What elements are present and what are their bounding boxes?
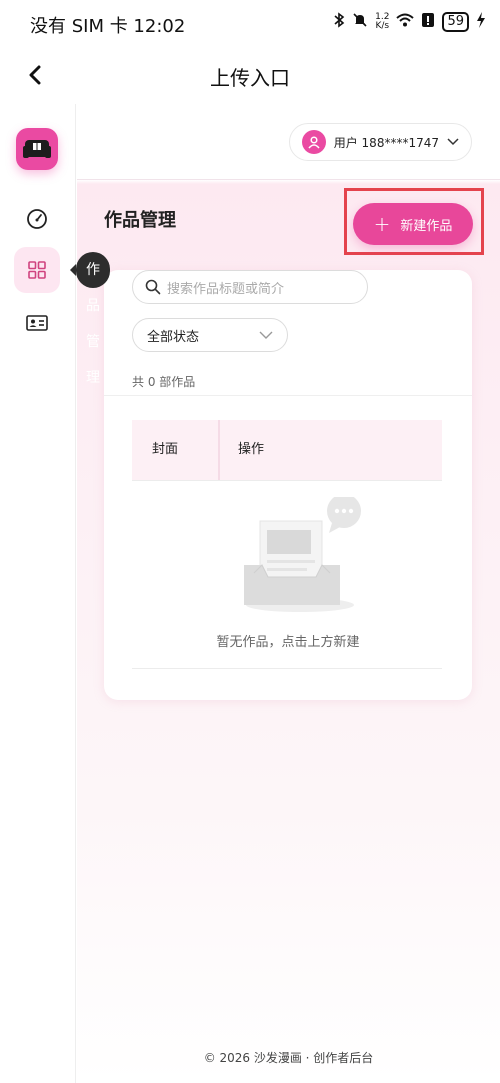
dashboard-icon bbox=[27, 209, 47, 229]
footer-copyright: © 2026 沙发漫画 · 创作者后台 bbox=[203, 1051, 374, 1065]
search-icon bbox=[145, 279, 161, 295]
sidebar-tooltip: 作品管理 bbox=[70, 252, 110, 386]
sidebar-item-works[interactable] bbox=[14, 247, 60, 293]
status-filter-select[interactable]: 全部状态 bbox=[132, 318, 288, 352]
id-card-icon bbox=[26, 315, 48, 331]
wifi-icon bbox=[396, 13, 415, 31]
charging-icon bbox=[476, 12, 486, 32]
page-title: 上传入口 bbox=[210, 66, 290, 90]
divider bbox=[104, 395, 472, 396]
section-title: 作品管理 bbox=[104, 210, 176, 231]
mute-icon bbox=[352, 12, 368, 32]
column-cover: 封面 bbox=[132, 420, 220, 480]
avatar bbox=[301, 130, 326, 154]
main-content: 用户 188****1747 作品管理 + 新建作品 搜索作品标题或简介 全部状… bbox=[77, 104, 500, 1083]
user-menu[interactable]: 用户 188****1747 bbox=[288, 123, 472, 161]
divider bbox=[132, 668, 442, 669]
grid-icon bbox=[28, 261, 46, 279]
works-count: 共 0 部作品 bbox=[132, 375, 196, 389]
chevron-down-icon bbox=[259, 331, 273, 339]
empty-inbox-illustration bbox=[244, 497, 361, 612]
sidebar: 作品管理 bbox=[0, 104, 110, 1083]
status-bar: 没有 SIM 卡 12:02 1.2 K/s 59 bbox=[0, 0, 500, 48]
sidebar-item-dashboard[interactable] bbox=[14, 196, 60, 242]
table-header: 封面 操作 bbox=[132, 420, 442, 480]
network-speed: 1.2 K/s bbox=[375, 13, 389, 31]
new-work-label: 新建作品 bbox=[400, 218, 453, 234]
divider bbox=[132, 480, 442, 481]
status-icons: 1.2 K/s 59 bbox=[333, 12, 486, 32]
user-icon bbox=[308, 136, 320, 149]
works-card: 搜索作品标题或简介 全部状态 共 0 部作品 封面 操作 暂无作品，点击上方新建 bbox=[104, 270, 472, 700]
column-actions: 操作 bbox=[238, 442, 265, 457]
speed-unit: K/s bbox=[375, 21, 390, 31]
battery-level: 59 bbox=[442, 12, 469, 32]
alert-icon bbox=[421, 12, 435, 32]
bluetooth-icon bbox=[333, 12, 345, 32]
sofa-logo-icon[interactable] bbox=[16, 128, 58, 170]
nav-bar: 上传入口 bbox=[0, 48, 500, 104]
carrier-time: 没有 SIM 卡 12:02 bbox=[30, 16, 186, 37]
plus-icon: + bbox=[373, 212, 391, 236]
search-input[interactable]: 搜索作品标题或简介 bbox=[132, 270, 368, 304]
search-placeholder: 搜索作品标题或简介 bbox=[167, 281, 285, 297]
user-label: 用户 188****1747 bbox=[333, 135, 439, 150]
status-filter-value: 全部状态 bbox=[147, 329, 200, 345]
empty-state-text: 暂无作品，点击上方新建 bbox=[216, 635, 360, 650]
chevron-down-icon bbox=[447, 138, 459, 146]
top-bar: 用户 188****1747 bbox=[77, 104, 500, 180]
new-work-button[interactable]: + 新建作品 bbox=[353, 203, 473, 245]
sidebar-item-profile[interactable] bbox=[14, 300, 60, 346]
